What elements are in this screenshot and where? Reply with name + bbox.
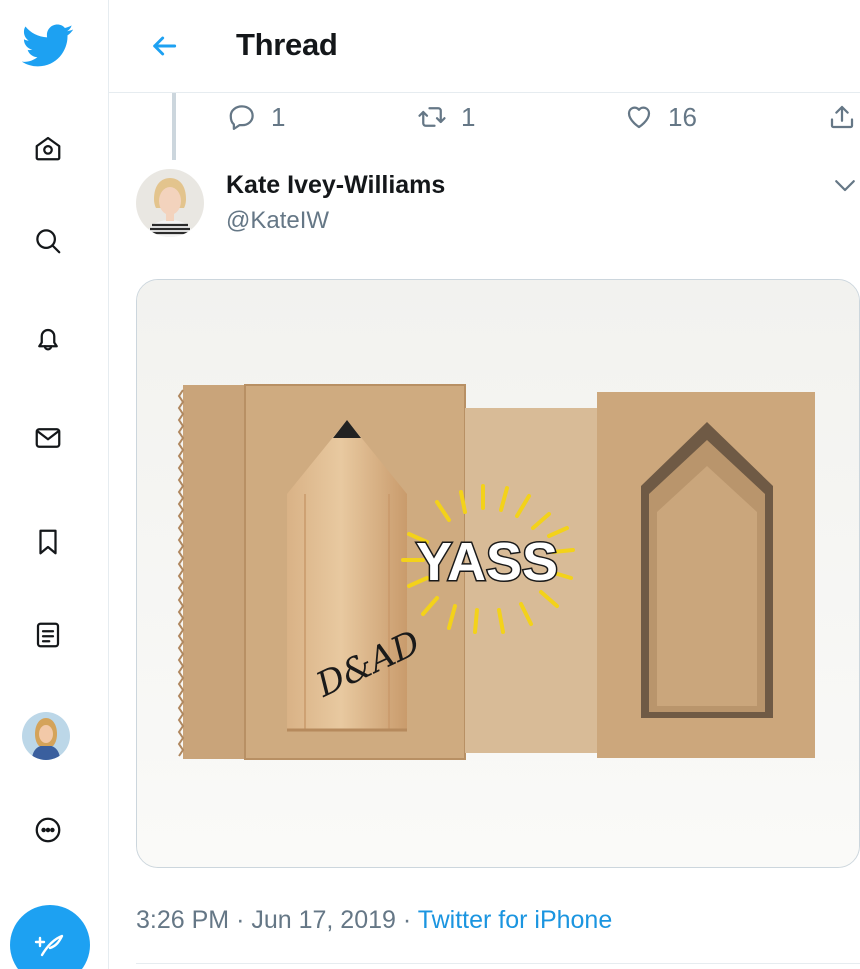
notifications-icon[interactable] xyxy=(22,314,74,366)
compose-tweet-icon xyxy=(34,934,64,957)
reply-button[interactable]: 1 xyxy=(227,97,285,137)
share-button[interactable] xyxy=(827,97,857,137)
divider xyxy=(136,963,860,964)
home-icon[interactable] xyxy=(22,122,74,174)
tweet-source-link[interactable]: Twitter for iPhone xyxy=(418,906,613,934)
tweet-time[interactable]: 3:26 PM xyxy=(136,906,229,934)
yass-sticker: YASS xyxy=(416,532,558,592)
like-button[interactable]: 16 xyxy=(624,97,697,137)
more-icon[interactable] xyxy=(22,804,74,856)
bookmarks-icon[interactable] xyxy=(22,516,74,568)
back-arrow-icon xyxy=(153,36,177,56)
retweet-button[interactable]: 1 xyxy=(417,97,475,137)
tweet-date[interactable]: Jun 17, 2019 xyxy=(251,906,396,934)
tweet-meta: 3:26 PM · Jun 17, 2019 · Twitter for iPh… xyxy=(136,906,612,935)
share-icon xyxy=(830,105,854,129)
author-handle[interactable]: @KateIW xyxy=(226,207,329,235)
reply-icon xyxy=(229,105,254,130)
reply-count: 1 xyxy=(271,101,286,132)
retweet-count: 1 xyxy=(461,101,476,132)
author-avatar[interactable] xyxy=(136,169,204,237)
twitter-logo-icon[interactable] xyxy=(22,20,74,72)
retweet-icon xyxy=(418,107,446,127)
thread-header: Thread xyxy=(109,0,860,93)
profile-avatar[interactable] xyxy=(22,712,70,760)
like-count: 16 xyxy=(668,101,697,132)
like-heart-icon xyxy=(627,106,651,129)
page-title: Thread xyxy=(236,27,338,62)
compose-tweet-button[interactable] xyxy=(10,905,90,969)
messages-icon[interactable] xyxy=(22,412,74,464)
previous-tweet-actions: 1 1 16 xyxy=(109,97,860,137)
chevron-down-icon xyxy=(835,180,855,192)
tweet-options-button[interactable] xyxy=(830,170,860,200)
meta-separator: · xyxy=(236,906,245,934)
meta-separator: · xyxy=(402,906,412,934)
author-name[interactable]: Kate Ivey-Williams xyxy=(226,171,445,200)
back-button[interactable] xyxy=(142,24,186,68)
tweet-photo[interactable]: D&AD YASS xyxy=(136,279,860,868)
column-divider xyxy=(108,0,109,969)
explore-icon[interactable] xyxy=(22,215,74,267)
lists-icon[interactable] xyxy=(22,609,74,661)
primary-navigation xyxy=(0,0,92,969)
